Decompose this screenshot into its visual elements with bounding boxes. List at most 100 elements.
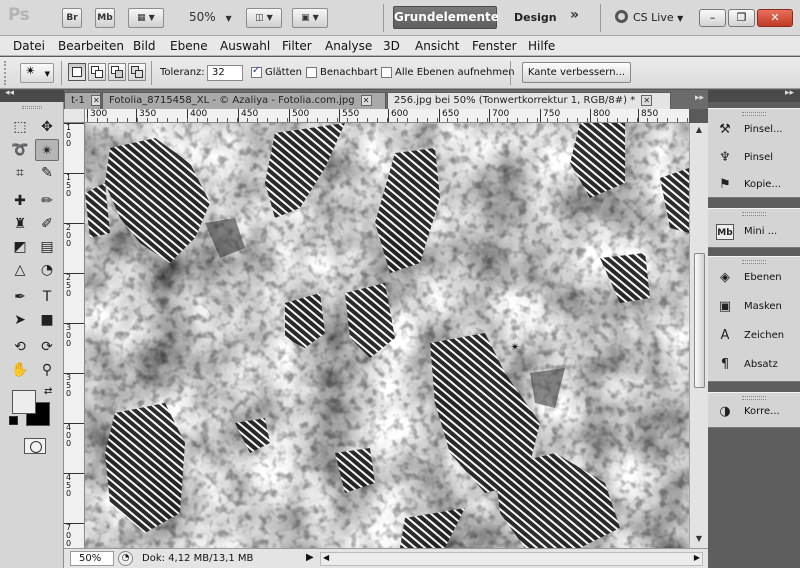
view-extras-button[interactable]: ▦ ▼ <box>128 8 164 28</box>
tab-doc-2[interactable]: Fotolia_8715458_XL - © Azaliya - Fotolia… <box>102 92 386 109</box>
menu-datei[interactable]: Datei <box>13 39 45 53</box>
panel-brush-presets[interactable]: ⚒ Pinsel... <box>708 117 800 143</box>
foreground-color-swatch[interactable] <box>12 390 36 414</box>
menu-hilfe[interactable]: Hilfe <box>528 39 555 53</box>
crop-icon[interactable]: ⌗ <box>8 162 32 184</box>
status-menu-arrow-icon[interactable]: ▶ <box>306 552 314 563</box>
options-grip[interactable] <box>4 61 10 85</box>
panel-grip[interactable] <box>742 212 766 216</box>
workspace-design-button[interactable]: Design <box>514 11 557 24</box>
menu-auswahl[interactable]: Auswahl <box>220 39 270 53</box>
menu-bearbeiten[interactable]: Bearbeiten <box>58 39 124 53</box>
menu-3d[interactable]: 3D <box>383 39 400 53</box>
magic-wand-icon[interactable]: ✴ <box>35 139 59 161</box>
panel-brush[interactable]: ♆ Pinsel <box>708 145 800 171</box>
panel-character[interactable]: A Zeichen <box>708 323 800 349</box>
eyedropper-icon[interactable]: ✎ <box>35 162 59 184</box>
menu-filter[interactable]: Filter <box>282 39 312 53</box>
subtract-from-selection-button[interactable] <box>108 63 126 81</box>
eraser-icon[interactable]: ◩ <box>8 236 32 258</box>
bridge-button[interactable]: Br <box>62 8 82 28</box>
close-button[interactable]: ✕ <box>757 9 793 27</box>
tab-overflow-icon[interactable]: ▸▸ <box>695 93 704 103</box>
swap-colors-icon[interactable]: ⇄ <box>44 386 52 397</box>
restore-button[interactable]: ❐ <box>728 9 755 27</box>
default-colors-icon[interactable] <box>9 416 18 425</box>
path-selection-icon[interactable]: ➤ <box>8 309 32 331</box>
vertical-scrollbar[interactable]: ▲ ▼ <box>689 123 708 548</box>
close-icon[interactable]: ✕ <box>641 95 653 106</box>
cs-live-icon <box>615 10 628 23</box>
tolerance-input[interactable]: 32 <box>207 65 243 81</box>
quick-mask-button[interactable] <box>24 438 46 454</box>
cs-live-menu[interactable]: CS Live ▼ <box>615 10 683 24</box>
pen-icon[interactable]: ✒ <box>8 286 32 308</box>
panel-layers[interactable]: ◈ Ebenen <box>708 265 800 291</box>
menu-ansicht[interactable]: Ansicht <box>415 39 459 53</box>
workspace-more-button[interactable]: » <box>570 7 579 23</box>
workspace-grundelemente-button[interactable]: Grundelemente <box>393 6 499 29</box>
type-icon[interactable]: T <box>35 286 59 308</box>
new-selection-button[interactable] <box>68 63 86 81</box>
panel-masks[interactable]: ▣ Masken <box>708 294 800 320</box>
status-zoom-input[interactable]: 50% <box>70 551 114 566</box>
close-icon[interactable]: ✕ <box>360 95 372 106</box>
scroll-left-icon[interactable]: ◀ <box>323 553 329 562</box>
panel-dock-header[interactable]: ▸▸ <box>708 88 800 102</box>
antialias-checkbox[interactable] <box>251 65 262 78</box>
clone-stamp-icon[interactable]: ♜ <box>8 213 32 235</box>
panel-grip[interactable] <box>742 112 766 116</box>
3d-orbit-icon[interactable]: ⟳ <box>35 336 59 358</box>
zoom-icon[interactable]: ⚲ <box>35 359 59 381</box>
refine-edge-button[interactable]: Kante verbessern... <box>522 62 631 83</box>
hand-icon[interactable]: ✋ <box>8 359 32 381</box>
gradient-icon[interactable]: ▤ <box>35 236 59 258</box>
history-brush-icon[interactable]: ✐ <box>35 213 59 235</box>
menu-bild[interactable]: Bild <box>133 39 156 53</box>
close-icon[interactable]: ✕ <box>90 95 100 106</box>
panel-mini-bridge[interactable]: Mb Mini ... <box>708 219 800 245</box>
scroll-up-icon[interactable]: ▲ <box>692 125 706 137</box>
tools-panel-header[interactable]: ◂◂ <box>0 88 64 102</box>
lasso-icon[interactable]: ➰ <box>8 139 32 161</box>
panel-adjustments[interactable]: ◑ Korre... <box>708 399 800 425</box>
menu-ebene[interactable]: Ebene <box>170 39 208 53</box>
status-info-icon[interactable]: ◔ <box>118 551 133 566</box>
rectangular-marquee-icon[interactable]: ⬚ <box>8 116 32 138</box>
blur-icon[interactable]: △ <box>8 259 32 281</box>
mini-bridge-button[interactable]: Mb <box>95 8 115 28</box>
tool-preset-picker[interactable]: ✴ ▼ <box>20 63 54 83</box>
move-tool-icon[interactable]: ✥ <box>35 116 59 138</box>
scroll-right-icon[interactable]: ▶ <box>694 553 700 562</box>
panel-grip[interactable] <box>22 106 42 109</box>
vertical-scroll-thumb[interactable] <box>694 253 705 388</box>
menu-analyse[interactable]: Analyse <box>325 39 372 53</box>
rectangle-shape-icon[interactable]: ■ <box>35 309 59 331</box>
horizontal-ruler[interactable]: 300 350 400 450 500 550 600 650 700 750 … <box>85 109 689 123</box>
panel-paragraph[interactable]: ¶ Absatz <box>708 352 800 378</box>
tab-doc-3[interactable]: 256.jpg bei 50% (Tonwertkorrektur 1, RGB… <box>387 92 671 109</box>
scroll-down-icon[interactable]: ▼ <box>692 534 706 546</box>
zoom-level[interactable]: 50% ▼ <box>189 10 232 24</box>
contiguous-checkbox[interactable] <box>306 67 317 78</box>
3d-rotate-icon[interactable]: ⟲ <box>8 336 32 358</box>
spot-healing-icon[interactable]: ✚ <box>8 190 32 212</box>
screen-mode-button[interactable]: ▣ ▼ <box>292 8 328 28</box>
tab-doc-1[interactable]: t-1 ✕ <box>64 92 101 109</box>
panel-grip[interactable] <box>742 260 766 264</box>
panel-clone-source[interactable]: ⚑ Kopie... <box>708 172 800 198</box>
arrange-documents-button[interactable]: ◫ ▼ <box>246 8 282 28</box>
ruler-minor-tick <box>647 118 648 122</box>
ruler-origin[interactable] <box>64 109 85 123</box>
horizontal-scrollbar[interactable]: ◀ ▶ <box>320 552 703 566</box>
brush-icon[interactable]: ✏ <box>35 190 59 212</box>
menu-fenster[interactable]: Fenster <box>472 39 517 53</box>
all-layers-checkbox[interactable] <box>381 67 392 78</box>
document-canvas[interactable]: ✴ <box>85 123 689 548</box>
add-to-selection-button[interactable] <box>88 63 106 81</box>
minimize-button[interactable]: – <box>699 9 726 27</box>
dodge-icon[interactable]: ◔ <box>35 259 59 281</box>
intersect-selection-button[interactable] <box>128 63 146 81</box>
vertical-ruler[interactable]: 100 150 200 250 300 350 400 450 700 <box>64 123 85 548</box>
ruler-tick: 850 <box>638 109 658 122</box>
